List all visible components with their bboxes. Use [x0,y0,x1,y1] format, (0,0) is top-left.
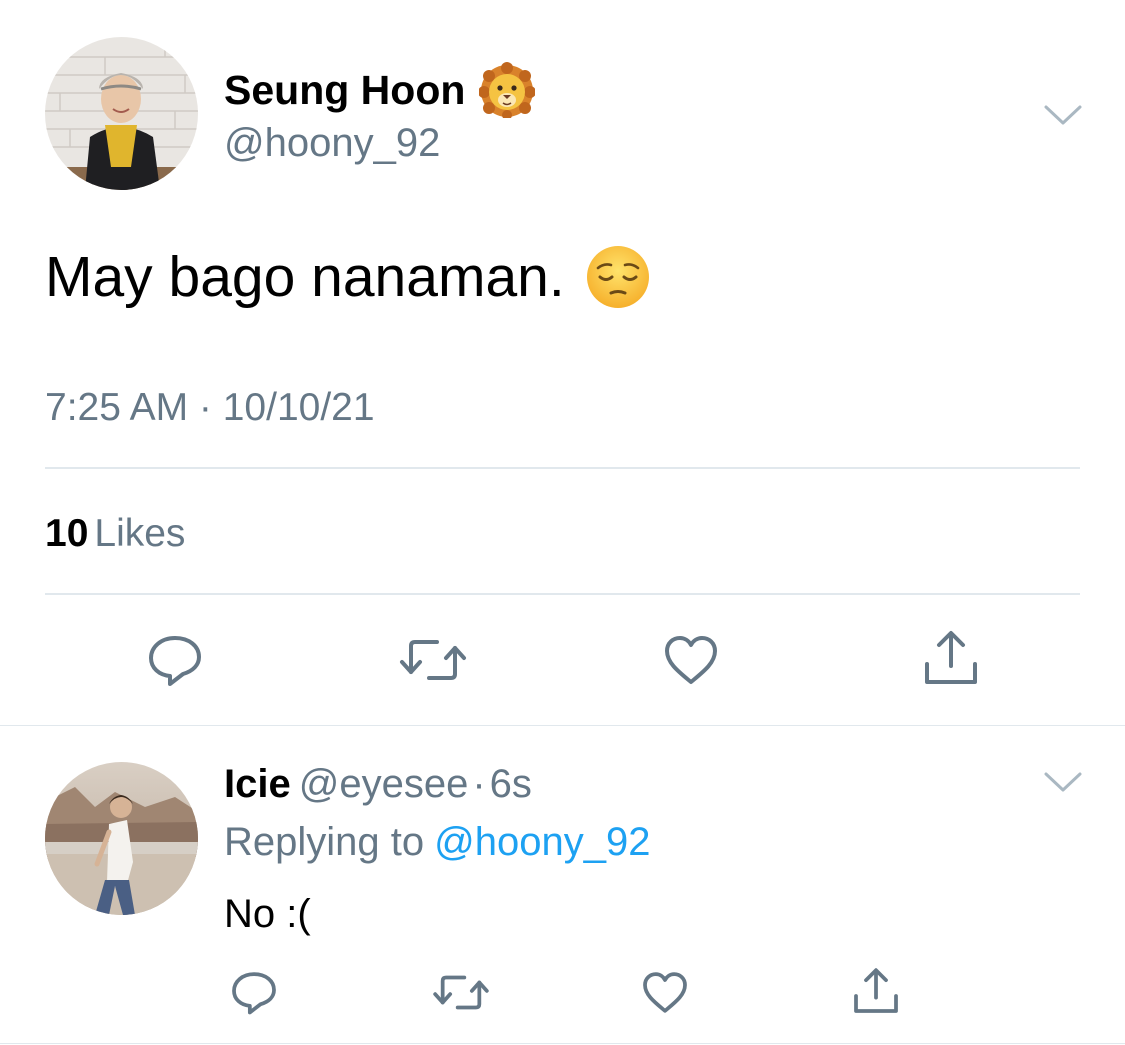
replying-to-label: Replying to [224,820,425,864]
retweet-icon [400,640,466,680]
reply-author-name[interactable]: Icie [224,762,291,806]
reply-retweet-button[interactable] [425,962,497,1022]
reply-author-avatar[interactable] [45,762,198,915]
author-handle[interactable]: @hoony_92 [224,119,440,167]
retweet-button[interactable] [393,625,473,695]
tweet-text-content: May bago nanaman. [45,245,565,309]
lion-face-emoji-icon [478,62,537,120]
replying-to: Replying to @hoony_92 [224,818,650,866]
likes-count: 10 [45,512,89,555]
divider [45,467,1080,469]
divider [0,1043,1125,1044]
reply-separator: · [472,762,486,806]
reply-text: No :( [224,892,311,936]
likes-label: Likes [94,512,186,555]
heart-icon [665,636,717,684]
author-avatar[interactable] [45,37,198,190]
reply-icon [149,636,201,686]
author-name[interactable]: Seung Hoon [224,62,537,120]
divider [0,725,1125,726]
share-icon [925,631,977,684]
reply-icon [232,971,276,1014]
chevron-down-icon[interactable] [1043,103,1083,127]
chevron-down-icon[interactable] [1043,770,1083,794]
replying-to-mention-link[interactable]: @hoony_92 [434,820,650,864]
retweet-icon [433,975,489,1009]
author-name-text[interactable]: Seung Hoon [224,65,465,115]
tweet-text: May bago nanaman. [45,242,651,312]
reply-button[interactable] [140,625,210,695]
tweet-timestamp[interactable]: 7:25 AM · 10/10/21 [45,384,375,432]
like-button[interactable] [655,625,727,695]
reply-author-handle[interactable]: @eyesee [299,762,469,806]
heart-icon [643,971,687,1013]
pensive-face-emoji-icon [585,244,651,310]
reply-header: Icie @eyesee · 6s [224,760,532,808]
reply-like-button[interactable] [632,962,698,1022]
share-icon [854,968,898,1013]
divider [45,593,1080,595]
likes-stat[interactable]: 10 Likes [45,510,185,558]
reply-share-button[interactable] [843,960,909,1022]
share-button[interactable] [915,622,987,694]
reply-time[interactable]: 6s [490,762,532,806]
reply-reply-button[interactable] [222,962,286,1022]
